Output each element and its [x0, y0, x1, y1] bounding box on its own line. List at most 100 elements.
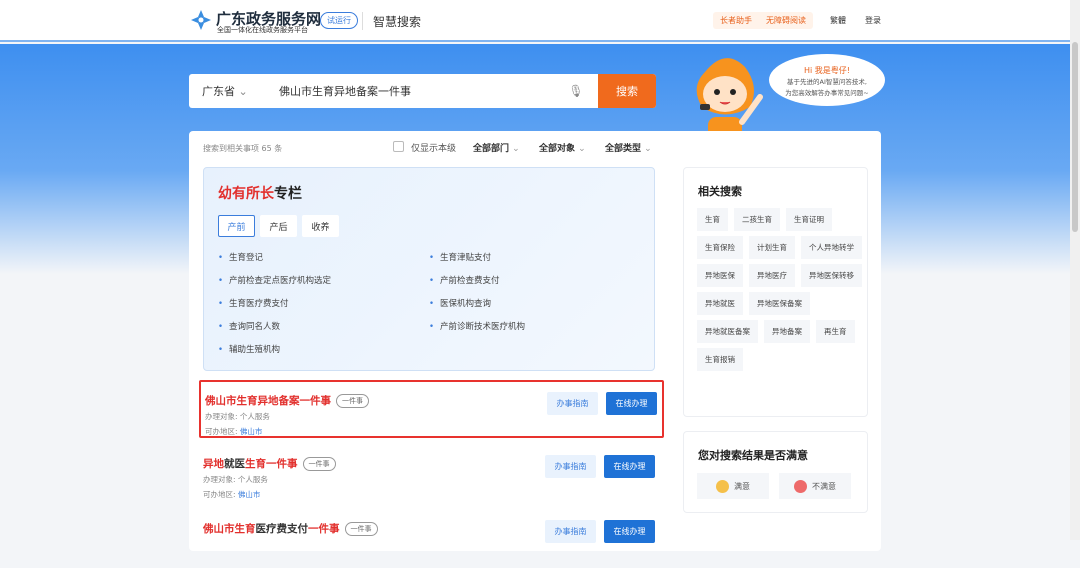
column-link[interactable]: 辅助生殖机构 [218, 343, 429, 355]
search-button[interactable]: 搜索 [598, 74, 656, 108]
accessible-reading-button[interactable]: 无障碍阅读 [759, 12, 813, 29]
related-search-chip[interactable]: 异地医保 [697, 264, 743, 287]
result-item: 异地 就医 生育一件事 一件事 办理对象: 个人服务 可办地区: 佛山市 办事指南 在… [199, 445, 664, 503]
one-thing-tag: 一件事 [336, 393, 369, 408]
brand-subtitle: 全国一体化在线政务服务平台 [217, 26, 308, 34]
title-segment: 生育一件事 [245, 458, 298, 470]
unsatisfied-button[interactable]: 不满意 [779, 473, 851, 499]
related-search-chip[interactable]: 计划生育 [749, 236, 795, 259]
area-link[interactable]: 佛山市 [240, 427, 263, 436]
department-filter-label: 全部部门 [473, 144, 510, 154]
result-count: 搜索到相关事项 65 条 [203, 144, 283, 153]
tab-prenatal[interactable]: 产前 [218, 215, 255, 237]
mascot-text-line: 基于先进的AI智慧问答技术, [787, 78, 867, 86]
local-only-label[interactable]: 仅显示本级 [411, 141, 456, 154]
area-link[interactable]: 佛山市 [238, 490, 261, 499]
microphone-icon[interactable]: 🎙 [564, 84, 588, 98]
related-search-chip[interactable]: 异地就医备案 [697, 320, 758, 343]
login-link[interactable]: 登录 [865, 15, 881, 26]
unsatisfied-label: 不满意 [812, 481, 836, 491]
chevron-down-icon: ⌄ [578, 144, 586, 154]
special-column: 幼有所长专栏 产前 产后 收养 生育登记 生育津贴支付 产前检查定点医疗机构选定… [203, 167, 655, 371]
one-thing-tag: 一件事 [344, 521, 378, 536]
result-title[interactable]: 佛山市生育 医疗费支付 一件事 一件事 [203, 521, 378, 536]
column-title-rest: 专栏 [274, 186, 302, 202]
column-title-highlight: 幼有所长 [218, 186, 274, 202]
column-link[interactable]: 生育津贴支付 [429, 251, 640, 263]
satisfied-button[interactable]: 满意 [697, 473, 769, 499]
elder-assistant-button[interactable]: 长者助手 [713, 12, 759, 29]
column-link[interactable]: 产前检查定点医疗机构选定 [218, 274, 429, 286]
chevron-down-icon: ⌄ [644, 144, 652, 154]
divider [362, 12, 363, 30]
column-link[interactable]: 医保机构查询 [429, 297, 640, 309]
traditional-chinese-link[interactable]: 繁體 [830, 15, 846, 26]
sad-face-icon [794, 479, 807, 493]
search-input[interactable] [261, 74, 564, 108]
related-search-title: 相关搜索 [698, 185, 742, 198]
scrollbar-thumb[interactable] [1072, 42, 1078, 232]
related-search-panel: 相关搜索 生育 二孩生育 生育证明 生育保险 计划生育 个人异地转学 异地医保 异地医疗 异地医… [683, 167, 868, 417]
result-item: 佛山市生育 医疗费支付 一件事 一件事 办事指南 在线办理 [199, 510, 664, 568]
target-filter-label: 全部对象 [539, 144, 576, 154]
related-chips: 生育 二孩生育 生育证明生育保险 计划生育 个人异地转学异地医保 异地医疗 异地医保转移异地… [697, 208, 862, 371]
result-title[interactable]: 佛山市生育异地备案一件事 一件事 [205, 393, 369, 408]
one-thing-tag: 一件事 [302, 456, 336, 471]
related-search-chip[interactable]: 生育证明 [786, 208, 832, 231]
column-tabs: 产前 产后 收养 [218, 215, 339, 237]
online-apply-button[interactable]: 在线办理 [604, 455, 655, 478]
local-only-checkbox[interactable] [393, 141, 404, 152]
related-search-chip[interactable]: 生育报销 [697, 348, 743, 371]
related-search-chip[interactable]: 二孩生育 [734, 208, 780, 231]
feedback-title: 您对搜索结果是否满意 [698, 449, 808, 462]
mascot-speech-bubble: Hi 我是粤仔! 基于先进的AI智慧问答技术, 为您高效解答办事常见问题~ [769, 54, 885, 106]
related-search-chip[interactable]: 异地医保备案 [749, 292, 810, 315]
column-link[interactable]: 产前诊断技术医疗机构 [429, 320, 640, 332]
smile-face-icon [716, 479, 729, 493]
related-search-chip[interactable]: 个人异地转学 [801, 236, 862, 259]
mascot-text-line: 为您高效解答办事常见问题~ [785, 89, 869, 97]
satisfied-label: 满意 [734, 481, 750, 491]
column-link[interactable]: 查询同名人数 [218, 320, 429, 332]
mascot-greeting: Hi 我是粤仔! [804, 66, 850, 75]
chevron-down-icon: ⌄ [512, 144, 520, 154]
related-search-chip[interactable]: 生育 [697, 208, 728, 231]
online-apply-button[interactable]: 在线办理 [606, 392, 657, 415]
tab-adoption[interactable]: 收养 [302, 215, 339, 237]
related-search-chip[interactable]: 生育保险 [697, 236, 743, 259]
guide-button[interactable]: 办事指南 [547, 392, 598, 415]
related-search-chip[interactable]: 再生育 [816, 320, 855, 343]
type-filter[interactable]: 全部类型 ⌄ [605, 141, 652, 154]
province-select[interactable]: 广东省 ⌄ [189, 83, 261, 99]
result-target: 办理对象: 个人服务 [205, 412, 270, 421]
assist-buttons: 长者助手 无障碍阅读 [713, 12, 813, 29]
top-header: 广东政务服务网 全国一体化在线政务服务平台 试运行 智慧搜索 长者助手 无障碍阅… [0, 0, 1070, 42]
title-segment: 就医 [224, 458, 245, 470]
result-target: 办理对象: 个人服务 [203, 475, 268, 484]
related-search-chip[interactable]: 异地医保转移 [801, 264, 862, 287]
column-link[interactable]: 产前检查费支付 [429, 274, 640, 286]
result-area: 可办地区: 佛山市 [205, 427, 263, 436]
search-bar: 广东省 ⌄ 🎙 搜索 [189, 74, 656, 108]
result-area: 可办地区: 佛山市 [203, 490, 261, 499]
title-segment: 佛山市生育异地备案一件事 [205, 395, 331, 407]
logo-icon [191, 10, 211, 30]
title-segment: 一件事 [308, 523, 340, 535]
title-segment: 医疗费支付 [255, 523, 309, 535]
related-search-chip[interactable]: 异地医疗 [749, 264, 795, 287]
column-link[interactable]: 生育医疗费支付 [218, 297, 429, 309]
related-search-chip[interactable]: 异地就医 [697, 292, 743, 315]
trial-badge: 试运行 [320, 12, 358, 29]
department-filter[interactable]: 全部部门 ⌄ [473, 141, 520, 154]
result-title[interactable]: 异地 就医 生育一件事 一件事 [203, 456, 336, 471]
type-filter-label: 全部类型 [605, 144, 642, 154]
column-link[interactable]: 生育登记 [218, 251, 429, 263]
related-search-chip[interactable]: 异地备案 [764, 320, 810, 343]
target-filter[interactable]: 全部对象 ⌄ [539, 141, 586, 154]
guide-button[interactable]: 办事指南 [545, 455, 596, 478]
province-value: 广东省 [202, 85, 235, 98]
tab-postnatal[interactable]: 产后 [260, 215, 297, 237]
title-segment: 异地 [203, 458, 224, 470]
result-item: 佛山市生育异地备案一件事 一件事 办理对象: 个人服务 可办地区: 佛山市 办事指… [199, 380, 664, 438]
section-title: 智慧搜索 [373, 15, 422, 29]
